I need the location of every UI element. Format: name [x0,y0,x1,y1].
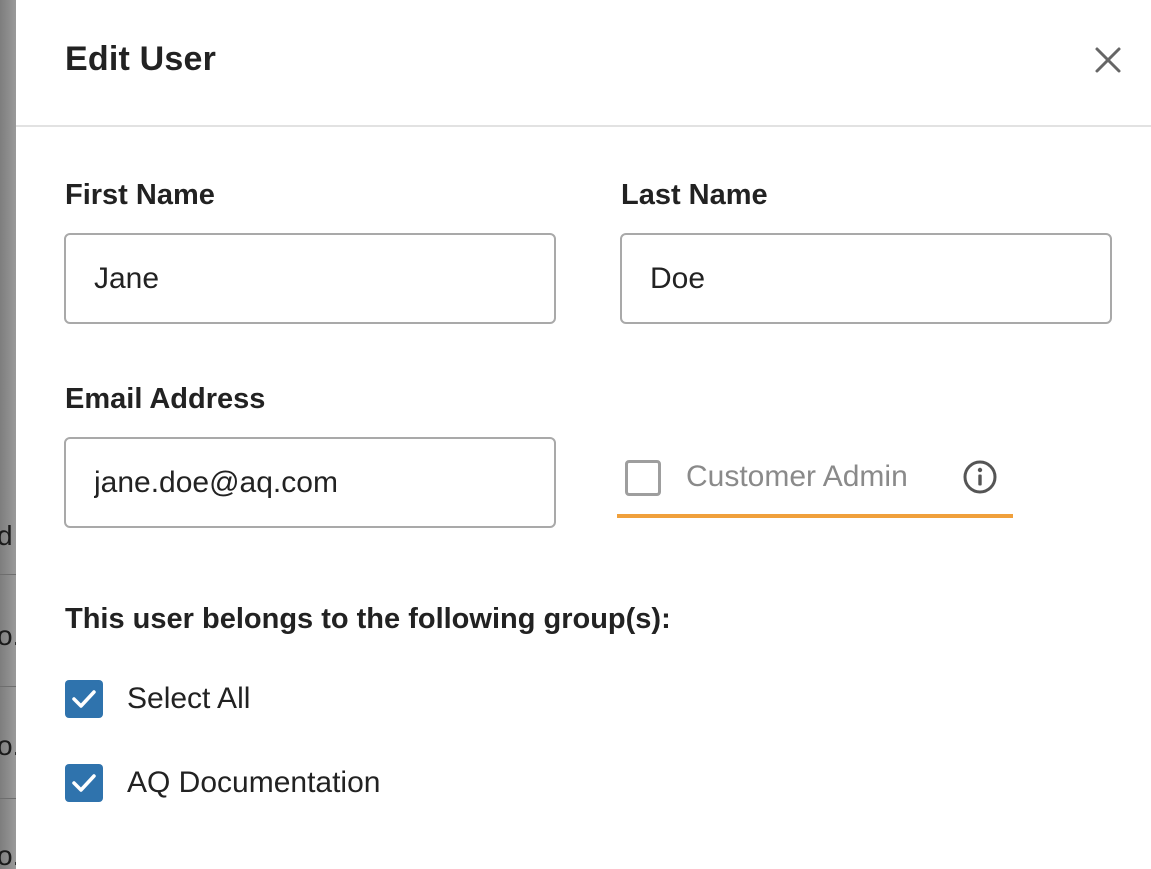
background-text-fragment: o. [0,620,16,651]
info-icon [963,460,997,494]
last-name-label: Last Name [621,179,768,211]
first-name-label: First Name [65,179,215,211]
background-text-fragment: o. [0,730,16,761]
first-name-input[interactable] [64,233,556,324]
group-item-select-all: Select All [65,680,665,720]
email-input[interactable] [64,437,556,528]
last-name-input[interactable] [620,233,1112,324]
email-label: Email Address [65,383,266,415]
background-page: d o. o. o. [0,0,16,869]
aq-documentation-label: AQ Documentation [127,766,381,799]
dialog-title: Edit User [65,40,217,78]
close-icon [1095,47,1121,73]
group-item-aq-documentation: AQ Documentation [65,764,665,804]
checkmark-icon [72,774,96,792]
background-text-fragment: d [0,520,13,551]
edit-user-dialog: Edit User First Name Last Name Email Add… [16,0,1151,869]
select-all-checkbox[interactable] [65,680,103,718]
aq-documentation-checkbox[interactable] [65,764,103,802]
groups-heading: This user belongs to the following group… [65,603,671,635]
customer-admin-label: Customer Admin [686,460,908,493]
checkmark-icon [72,690,96,708]
select-all-label: Select All [127,682,251,715]
customer-admin-field: Customer Admin [617,440,1013,518]
customer-admin-checkbox[interactable] [625,460,661,496]
background-divider [0,574,16,575]
background-divider [0,686,16,687]
info-button[interactable] [962,459,998,495]
close-button[interactable] [1092,44,1124,76]
background-text-fragment: o. [0,840,16,869]
background-divider [0,798,16,799]
dialog-header: Edit User [16,0,1151,127]
